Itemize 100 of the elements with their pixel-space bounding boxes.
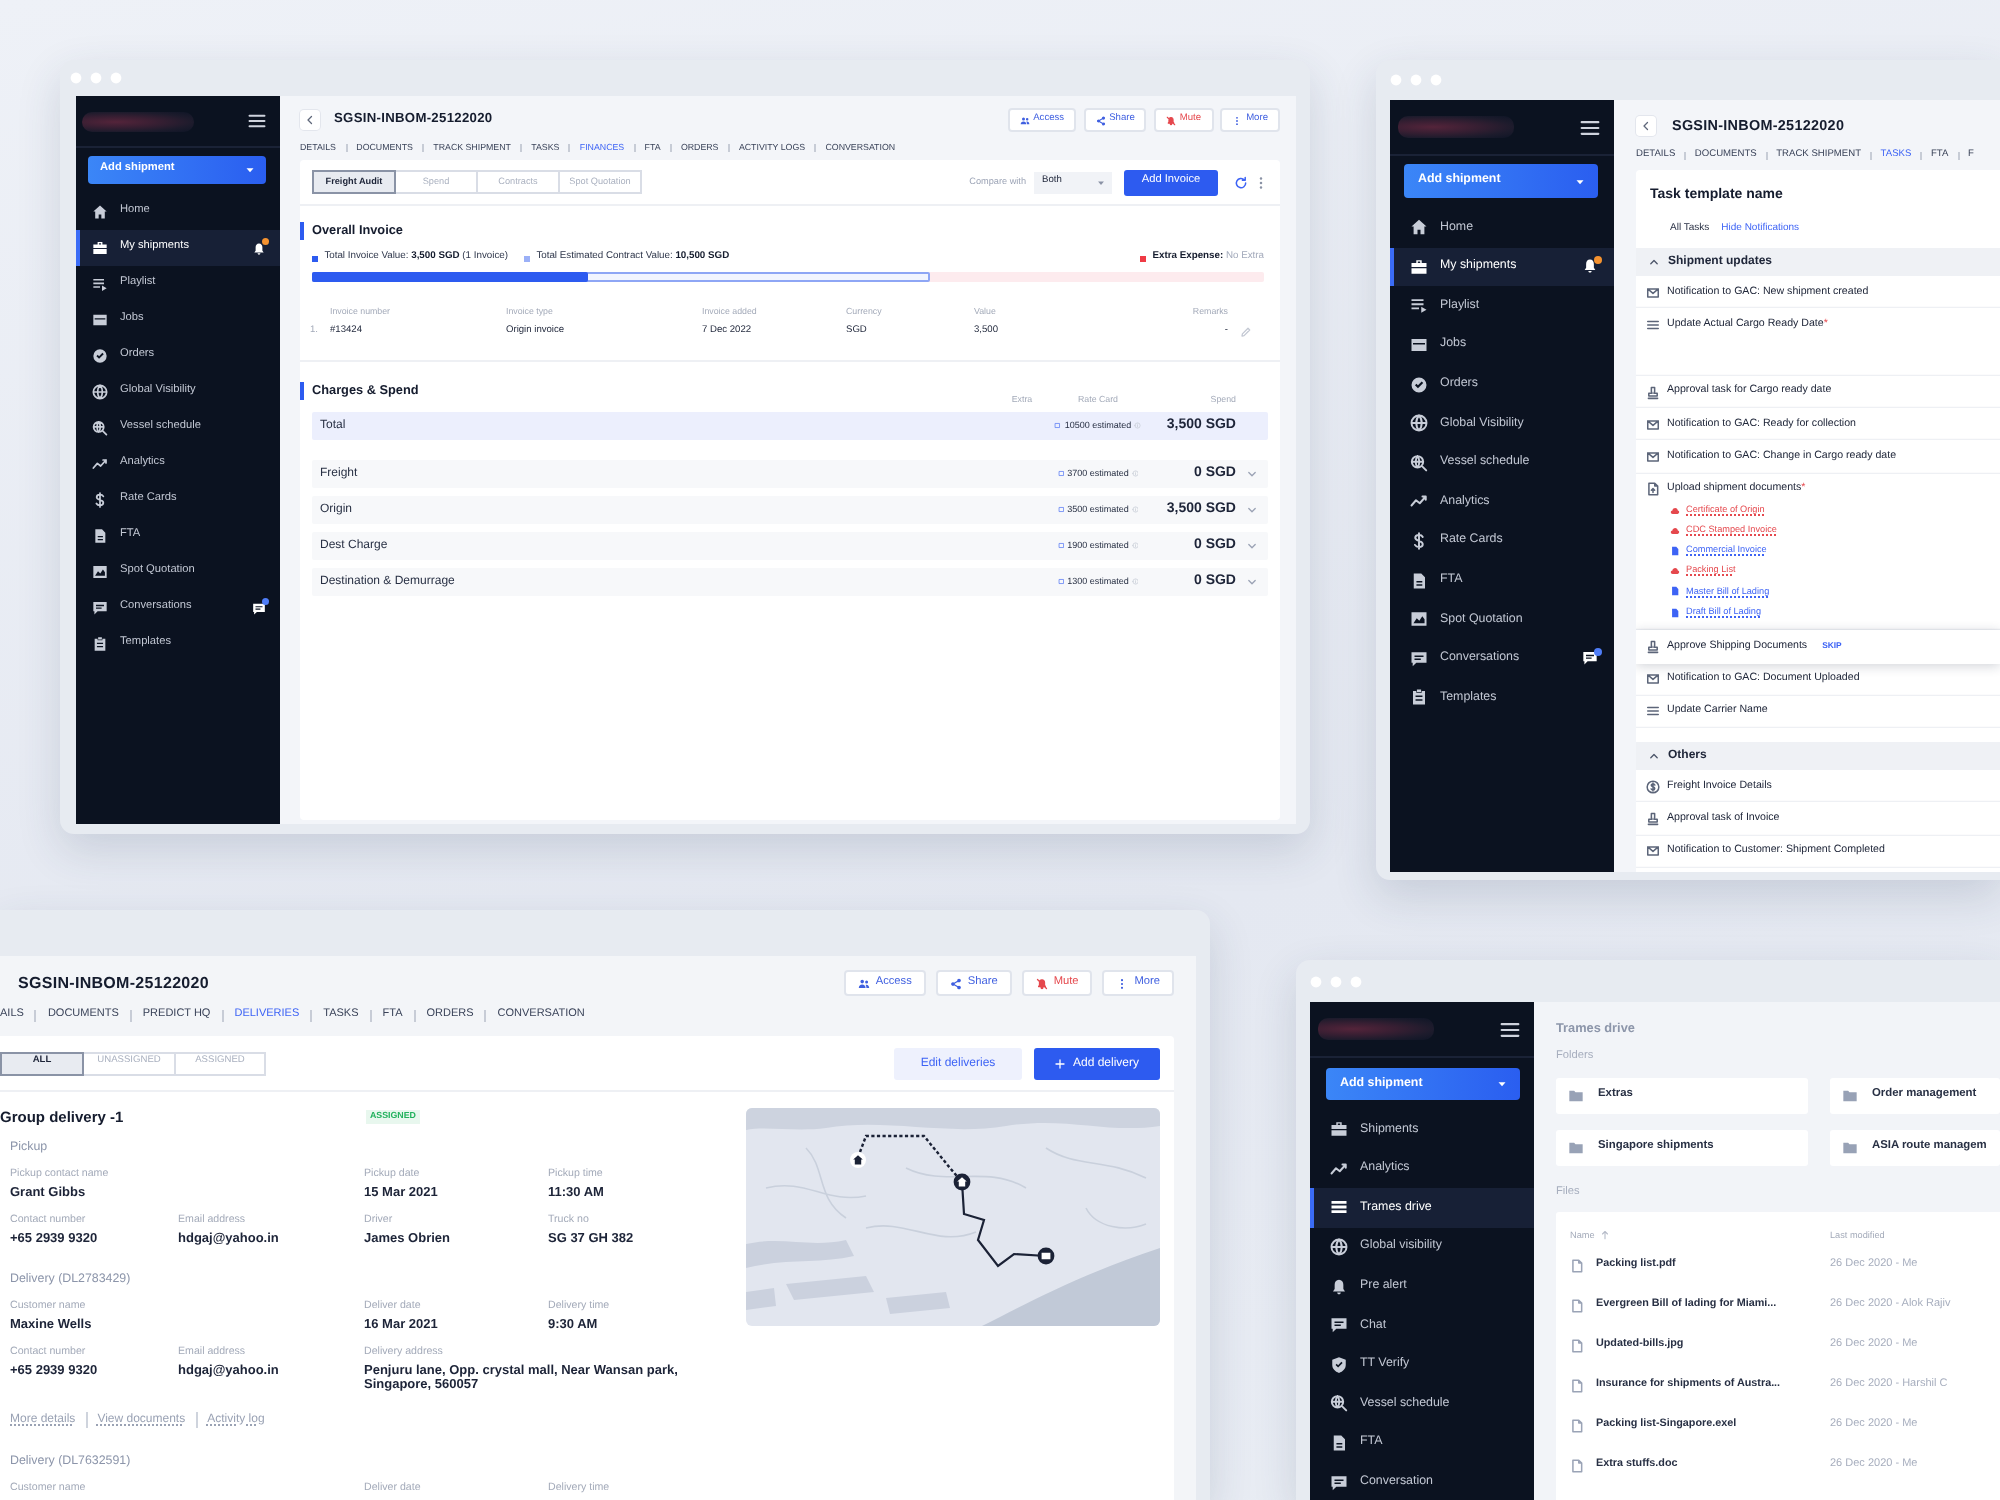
square-marker-icon (1057, 542, 1065, 550)
kebab-icon[interactable] (1254, 175, 1268, 189)
globe-search-icon (92, 420, 108, 436)
folder-icon (1842, 1088, 1858, 1104)
caret-down-icon (1096, 177, 1106, 187)
stamp-icon (1646, 639, 1660, 654)
chevron-down-icon[interactable] (1246, 503, 1258, 516)
globe-icon (1330, 1238, 1348, 1257)
bell-icon (1330, 1277, 1348, 1296)
bell-slash-icon (1165, 115, 1176, 125)
bell-slash-icon (1035, 977, 1048, 989)
folder-icon (1842, 1140, 1858, 1156)
chevron-down-icon[interactable] (1246, 467, 1258, 480)
card-icon (1410, 336, 1428, 355)
mail-icon (1646, 672, 1660, 687)
menu-icon[interactable] (248, 112, 266, 130)
dollar-icon (92, 492, 108, 508)
refresh-icon[interactable] (1234, 175, 1248, 189)
playlist-icon (92, 276, 108, 292)
chart-board-icon (1410, 610, 1428, 629)
square-marker-icon (1054, 422, 1062, 430)
kebab-icon (1116, 977, 1129, 989)
arrow-up-icon (1600, 1230, 1611, 1241)
plus-icon (1054, 1057, 1067, 1069)
chevron-up-icon (1648, 256, 1660, 268)
pencil-icon[interactable] (1240, 325, 1252, 338)
list-icon (1330, 1198, 1348, 1217)
globe-icon (92, 384, 108, 400)
square-marker-icon (1057, 470, 1065, 478)
caret-down-icon (244, 164, 256, 176)
caret-down-icon (1496, 1078, 1508, 1090)
document-icon (92, 528, 108, 544)
trend-icon (92, 456, 108, 472)
home-icon (92, 204, 108, 220)
chat-icon (1330, 1316, 1348, 1335)
document-upload-icon (1646, 482, 1660, 497)
clipboard-icon (92, 636, 108, 652)
bell-icon (252, 241, 266, 255)
back-button[interactable] (1636, 115, 1656, 135)
list-icon (1646, 317, 1660, 332)
playlist-icon (1410, 296, 1428, 315)
card-icon (92, 312, 108, 328)
square-marker-icon (1057, 506, 1065, 514)
file-icon (1570, 1298, 1584, 1314)
window-controls-icon[interactable] (70, 72, 122, 84)
briefcase-icon (1330, 1120, 1348, 1139)
chat-icon (1582, 650, 1598, 667)
briefcase-icon (92, 240, 108, 256)
window-controls-icon[interactable] (1310, 975, 1362, 987)
list-icon (1646, 704, 1660, 719)
chevron-down-icon[interactable] (1246, 575, 1258, 588)
globe-search-icon (1330, 1394, 1348, 1413)
folder-icon (1568, 1088, 1584, 1104)
trend-icon (1410, 492, 1428, 511)
shield-check-icon (1330, 1355, 1348, 1374)
square-marker-icon (1057, 578, 1065, 586)
file-icon (1670, 546, 1680, 557)
chevron-left-icon (1640, 119, 1652, 131)
chart-board-icon (92, 564, 108, 580)
file-icon (1570, 1338, 1584, 1354)
people-icon (857, 977, 870, 989)
chat-icon (252, 601, 266, 615)
home-icon (1410, 218, 1428, 237)
chat-icon (1330, 1473, 1348, 1492)
back-button[interactable] (300, 110, 320, 130)
folder-icon (1568, 1140, 1584, 1156)
share-icon (1095, 115, 1106, 125)
file-icon (1570, 1378, 1584, 1394)
caret-down-icon (1574, 175, 1586, 187)
briefcase-icon (1410, 257, 1428, 276)
file-icon (1570, 1458, 1584, 1474)
share-icon (949, 977, 962, 989)
stamp-icon (1646, 385, 1660, 400)
menu-icon[interactable] (1500, 1019, 1520, 1039)
people-icon (1019, 115, 1030, 125)
blurred-logo (1398, 116, 1514, 138)
cloud-icon (1670, 566, 1680, 577)
chat-icon (92, 600, 108, 616)
clipboard-icon (1410, 688, 1428, 707)
trend-icon (1330, 1159, 1348, 1178)
shipment-title: SGSIN-INBOM-25122020 (18, 975, 209, 991)
chevron-down-icon[interactable] (1246, 539, 1258, 552)
kebab-icon (1232, 115, 1243, 125)
mail-icon (1646, 450, 1660, 465)
file-icon (1570, 1258, 1584, 1274)
blurred-logo (82, 111, 194, 131)
mail-icon (1646, 285, 1660, 300)
chevron-up-icon (1648, 750, 1660, 763)
menu-icon[interactable] (1580, 117, 1600, 137)
blurred-logo (1318, 1018, 1434, 1040)
chevron-left-icon (304, 114, 316, 126)
stamp-icon (1646, 812, 1660, 827)
mail-icon (1646, 417, 1660, 432)
chat-icon (1410, 649, 1428, 668)
mail-icon (1646, 844, 1660, 859)
document-icon (1330, 1434, 1348, 1453)
bell-icon (1582, 258, 1598, 275)
file-icon (1570, 1418, 1584, 1434)
window-controls-icon[interactable] (1390, 74, 1442, 86)
dollar-icon (1410, 532, 1428, 551)
